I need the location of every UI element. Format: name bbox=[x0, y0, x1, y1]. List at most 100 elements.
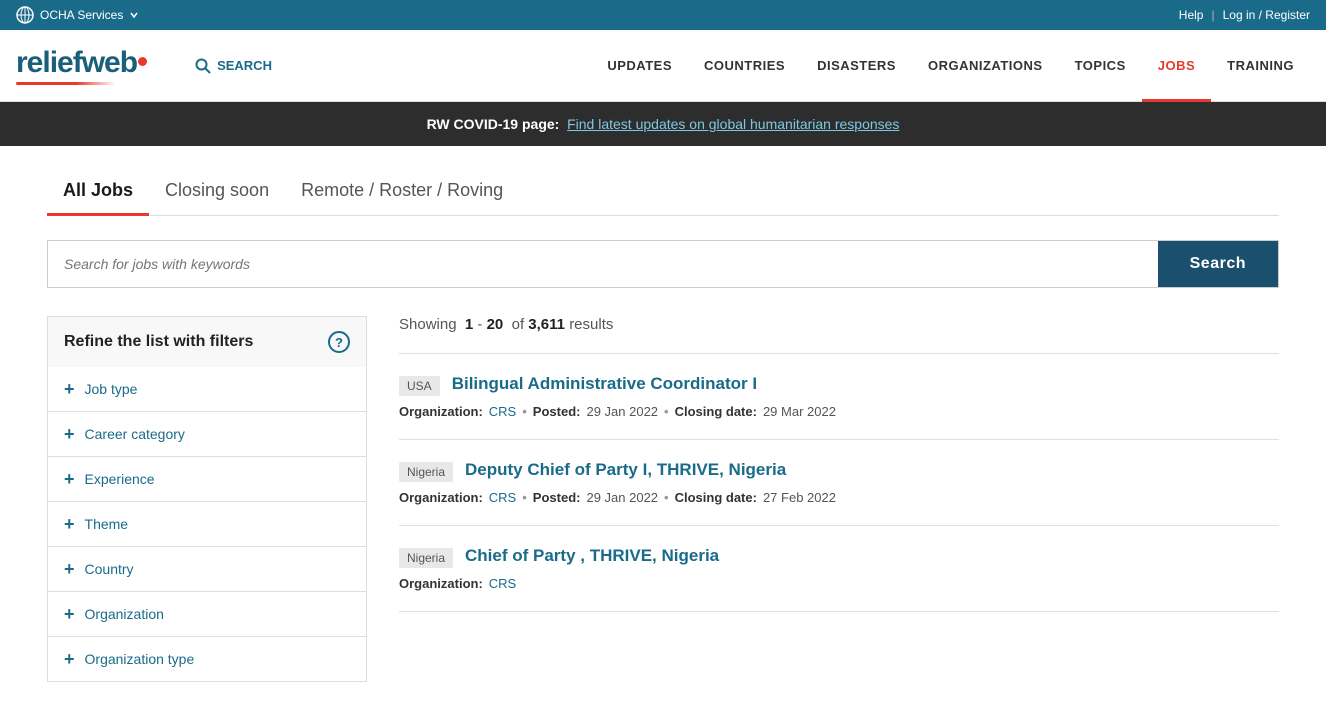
bullet-2b: • bbox=[664, 490, 669, 505]
country-badge-3: Nigeria bbox=[399, 548, 453, 568]
tabs-container: All Jobs Closing soon Remote / Roster / … bbox=[47, 170, 1279, 216]
main-nav: reliefweb SEARCH UPDATES COUNTRIES DISAS… bbox=[0, 30, 1326, 102]
login-link[interactable]: Log in / Register bbox=[1223, 8, 1310, 22]
tab-all-jobs[interactable]: All Jobs bbox=[47, 170, 149, 216]
org-label: OCHA Services bbox=[40, 8, 123, 22]
job-listing-3: Nigeria Chief of Party , THRIVE, Nigeria… bbox=[399, 525, 1279, 612]
covid-prefix: RW COVID-19 page: bbox=[427, 116, 560, 132]
job-header-3: Nigeria Chief of Party , THRIVE, Nigeria bbox=[399, 546, 1279, 568]
nav-link-jobs[interactable]: JOBS bbox=[1142, 30, 1211, 102]
filter-plus-icon-4: + bbox=[64, 515, 75, 533]
reliefweb-logo[interactable]: reliefweb bbox=[16, 46, 147, 85]
org-label-1: Organization: bbox=[399, 404, 483, 419]
bullet-1a: • bbox=[522, 404, 527, 419]
filters-header: Refine the list with filters ? bbox=[47, 316, 367, 367]
dropdown-chevron-icon bbox=[129, 10, 139, 20]
filter-plus-icon-7: + bbox=[64, 650, 75, 668]
filter-label-experience: Experience bbox=[85, 471, 155, 487]
nav-item-updates[interactable]: UPDATES bbox=[591, 30, 688, 102]
filter-plus-icon-3: + bbox=[64, 470, 75, 488]
job-title-1[interactable]: Bilingual Administrative Coordinator I bbox=[452, 374, 757, 394]
filter-item-organization[interactable]: + Organization bbox=[47, 592, 367, 637]
search-input[interactable] bbox=[48, 241, 1158, 287]
logo-area: reliefweb bbox=[16, 46, 147, 85]
nav-item-organizations[interactable]: ORGANIZATIONS bbox=[912, 30, 1059, 102]
closing-label-2: Closing date: bbox=[675, 490, 757, 505]
nav-item-disasters[interactable]: DISASTERS bbox=[801, 30, 912, 102]
search-button[interactable]: Search bbox=[1158, 241, 1278, 287]
range-end: 20 bbox=[487, 316, 504, 333]
page-content: All Jobs Closing soon Remote / Roster / … bbox=[23, 146, 1303, 706]
filter-item-country[interactable]: + Country bbox=[47, 547, 367, 592]
job-meta-1: Organization: CRS • Posted: 29 Jan 2022 … bbox=[399, 404, 1279, 419]
filters-title: Refine the list with filters bbox=[64, 333, 253, 351]
logo-text: reliefweb bbox=[16, 46, 137, 79]
covid-banner: RW COVID-19 page: Find latest updates on… bbox=[0, 102, 1326, 146]
total-count: 3,611 bbox=[528, 316, 565, 333]
filter-label-career-category: Career category bbox=[85, 426, 185, 442]
org-name-1[interactable]: CRS bbox=[489, 404, 516, 419]
un-globe-icon bbox=[16, 6, 34, 24]
job-header-2: Nigeria Deputy Chief of Party I, THRIVE,… bbox=[399, 460, 1279, 482]
nav-link-topics[interactable]: TOPICS bbox=[1059, 30, 1142, 102]
filter-label-job-type: Job type bbox=[85, 381, 138, 397]
nav-search-label: SEARCH bbox=[217, 58, 272, 73]
filter-plus-icon-2: + bbox=[64, 425, 75, 443]
top-bar-right: Help | Log in / Register bbox=[1179, 8, 1310, 22]
nav-item-jobs[interactable]: JOBS bbox=[1142, 30, 1211, 102]
bullet-2a: • bbox=[522, 490, 527, 505]
job-listing-1: USA Bilingual Administrative Coordinator… bbox=[399, 353, 1279, 439]
filter-label-organization: Organization bbox=[85, 606, 164, 622]
nav-item-training[interactable]: TRAINING bbox=[1211, 30, 1310, 102]
covid-link[interactable]: Find latest updates on global humanitari… bbox=[567, 116, 899, 132]
filter-item-career-category[interactable]: + Career category bbox=[47, 412, 367, 457]
filter-item-organization-type[interactable]: + Organization type bbox=[47, 637, 367, 682]
filter-item-experience[interactable]: + Experience bbox=[47, 457, 367, 502]
org-name-2[interactable]: CRS bbox=[489, 490, 516, 505]
posted-date-1: 29 Jan 2022 bbox=[586, 404, 658, 419]
filter-item-job-type[interactable]: + Job type bbox=[47, 367, 367, 412]
nav-link-updates[interactable]: UPDATES bbox=[591, 30, 688, 102]
closing-date-2: 27 Feb 2022 bbox=[763, 490, 836, 505]
job-header-1: USA Bilingual Administrative Coordinator… bbox=[399, 374, 1279, 396]
search-nav-icon bbox=[195, 58, 211, 74]
closing-date-1: 29 Mar 2022 bbox=[763, 404, 836, 419]
results-area: Showing 1 - 20 of 3,611 results USA Bili… bbox=[399, 316, 1279, 682]
org-label-3: Organization: bbox=[399, 576, 483, 591]
closing-label-1: Closing date: bbox=[675, 404, 757, 419]
job-title-2[interactable]: Deputy Chief of Party I, THRIVE, Nigeria bbox=[465, 460, 786, 480]
nav-link-countries[interactable]: COUNTRIES bbox=[688, 30, 801, 102]
org-name-3[interactable]: CRS bbox=[489, 576, 516, 591]
range-start: 1 bbox=[465, 316, 473, 333]
main-layout: Refine the list with filters ? + Job typ… bbox=[47, 316, 1279, 682]
nav-item-topics[interactable]: TOPICS bbox=[1059, 30, 1142, 102]
showing-text: Showing bbox=[399, 316, 457, 333]
posted-label-2: Posted: bbox=[533, 490, 581, 505]
filter-label-organization-type: Organization type bbox=[85, 651, 195, 667]
country-badge-1: USA bbox=[399, 376, 440, 396]
filters-help-icon[interactable]: ? bbox=[328, 331, 350, 353]
filters-sidebar: Refine the list with filters ? + Job typ… bbox=[47, 316, 367, 682]
bullet-1b: • bbox=[664, 404, 669, 419]
logo-underline bbox=[16, 82, 116, 85]
posted-label-1: Posted: bbox=[533, 404, 581, 419]
filter-item-theme[interactable]: + Theme bbox=[47, 502, 367, 547]
job-meta-3: Organization: CRS bbox=[399, 576, 1279, 591]
tab-remote-roster[interactable]: Remote / Roster / Roving bbox=[285, 170, 519, 216]
results-count: Showing 1 - 20 of 3,611 results bbox=[399, 316, 1279, 333]
help-link[interactable]: Help bbox=[1179, 8, 1204, 22]
org-label-2: Organization: bbox=[399, 490, 483, 505]
nav-item-countries[interactable]: COUNTRIES bbox=[688, 30, 801, 102]
country-badge-2: Nigeria bbox=[399, 462, 453, 482]
nav-link-disasters[interactable]: DISASTERS bbox=[801, 30, 912, 102]
filter-plus-icon: + bbox=[64, 380, 75, 398]
nav-link-training[interactable]: TRAINING bbox=[1211, 30, 1310, 102]
tab-closing-soon[interactable]: Closing soon bbox=[149, 170, 285, 216]
filter-plus-icon-5: + bbox=[64, 560, 75, 578]
job-title-3[interactable]: Chief of Party , THRIVE, Nigeria bbox=[465, 546, 719, 566]
nav-links: UPDATES COUNTRIES DISASTERS ORGANIZATION… bbox=[591, 30, 1310, 102]
job-meta-2: Organization: CRS • Posted: 29 Jan 2022 … bbox=[399, 490, 1279, 505]
range-sep: - bbox=[473, 316, 486, 333]
nav-search-button[interactable]: SEARCH bbox=[179, 30, 288, 102]
nav-link-organizations[interactable]: ORGANIZATIONS bbox=[912, 30, 1059, 102]
